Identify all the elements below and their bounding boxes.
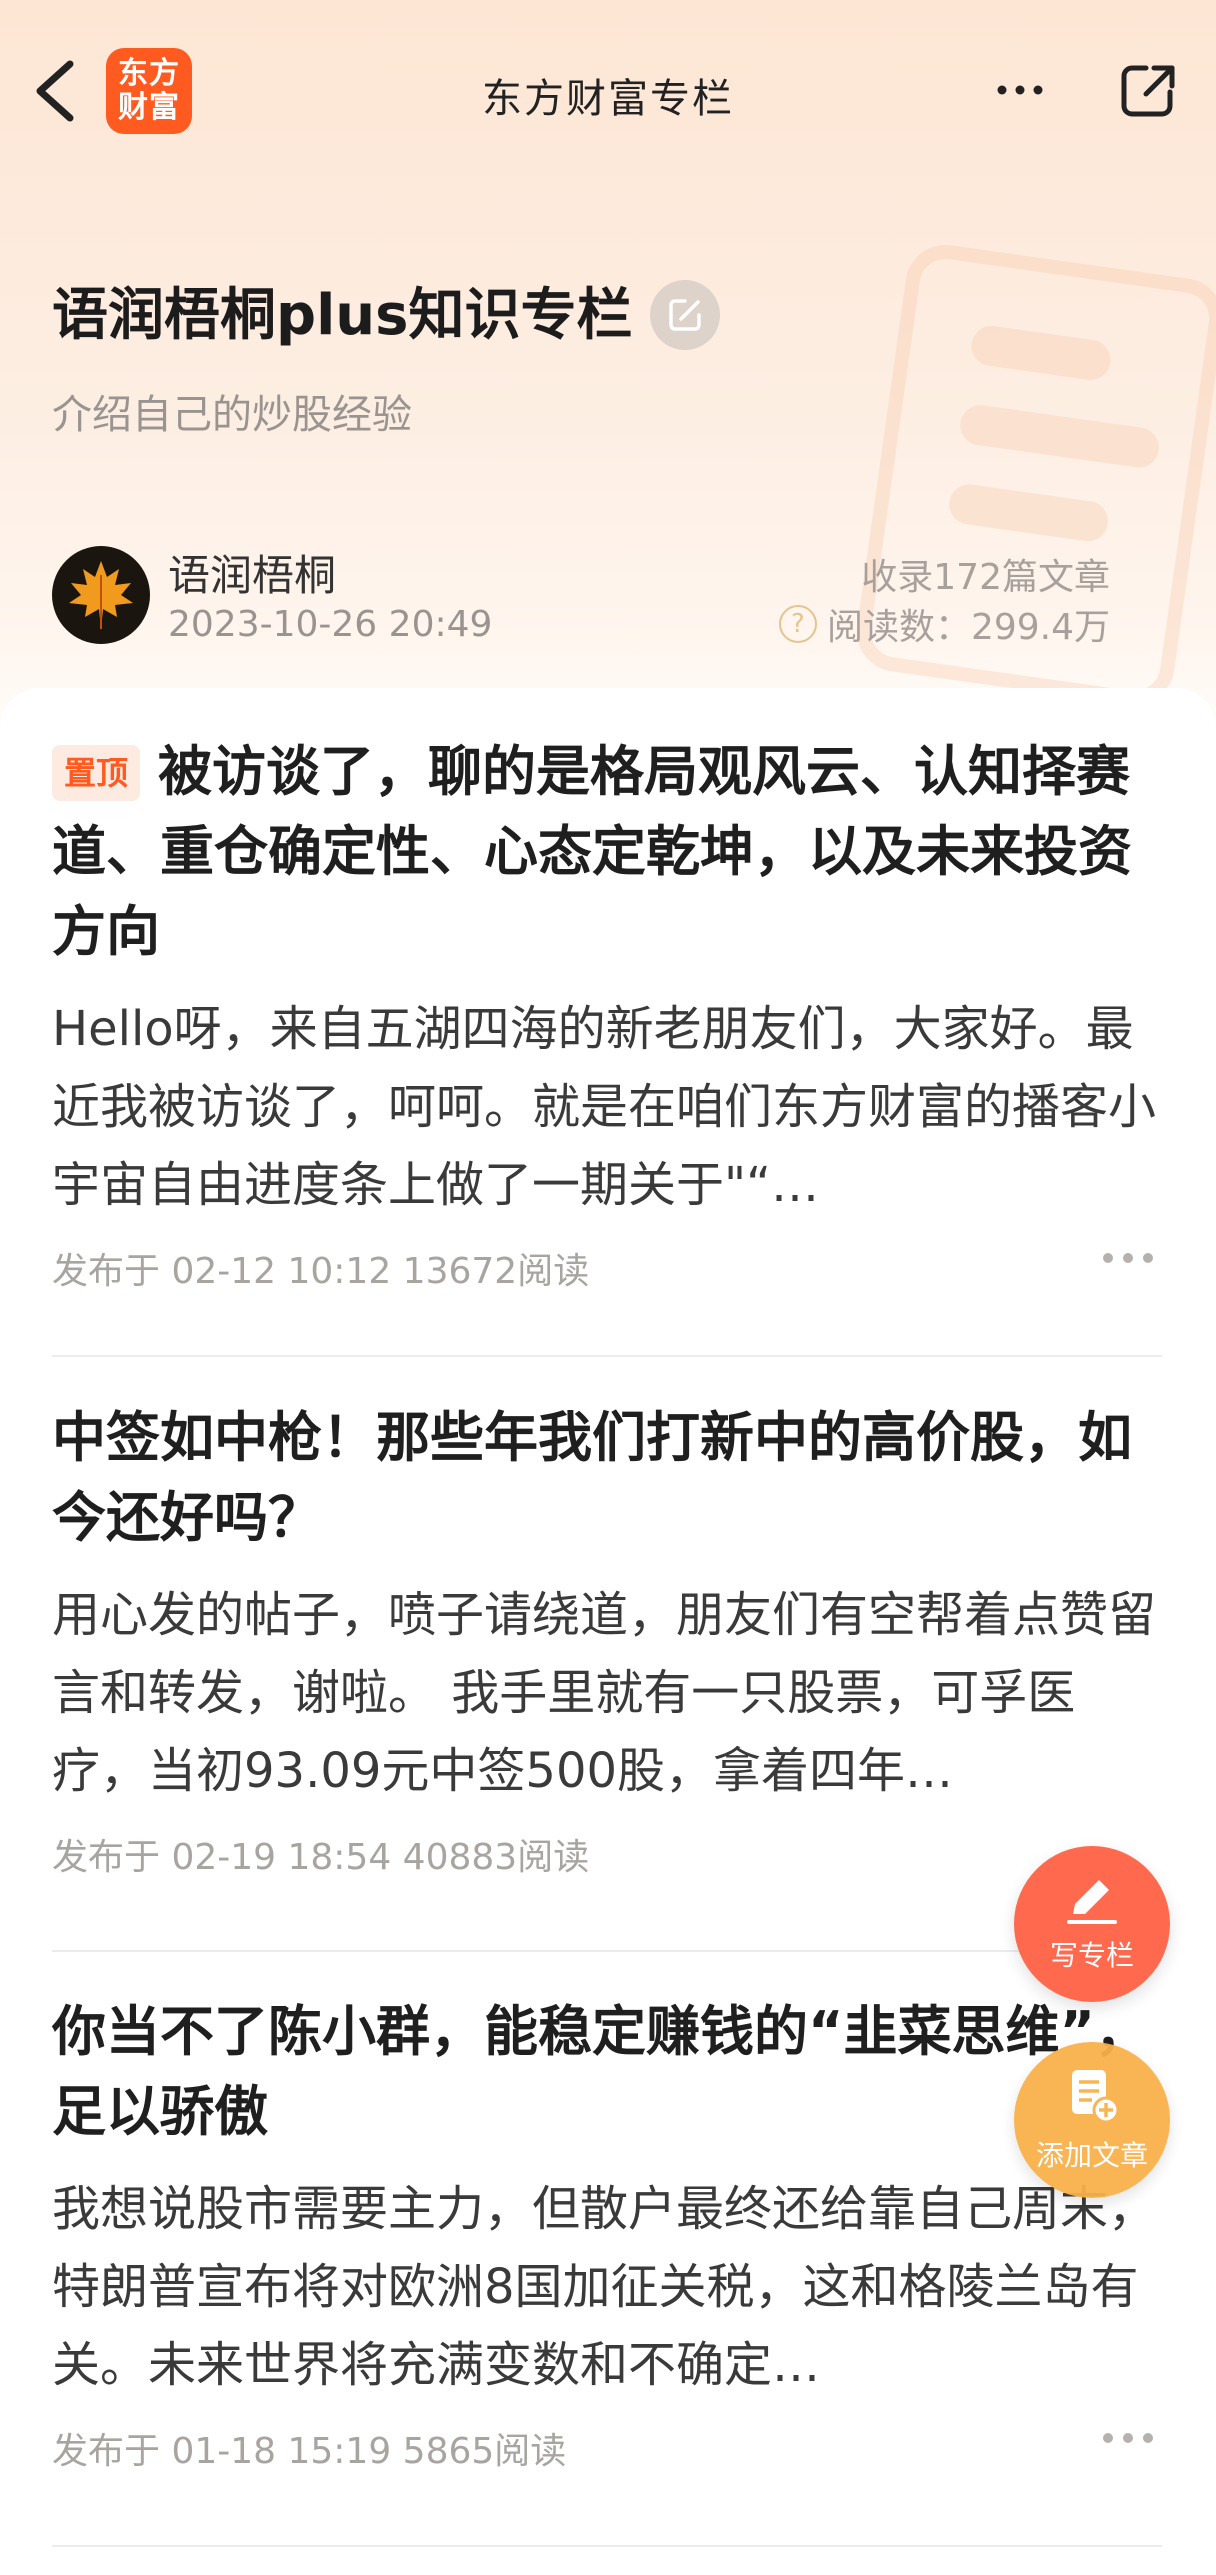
article-meta-text: 发布于 02-12 10:12 13672阅读 (52, 1251, 590, 1292)
article-meta: 发布于 02-12 10:12 13672阅读 (52, 1242, 1162, 1292)
article-card[interactable]: 置顶 被访谈了，聊的是格局观风云、认知择赛道、重仓确定性、心态定乾坤，以及未来投资… (52, 732, 1162, 1292)
edit-icon (669, 299, 701, 331)
top-nav-bar: 东方 财富 东方财富专栏 (0, 40, 1216, 140)
add-article-button[interactable]: 添加文章 (1014, 2042, 1170, 2198)
divider (52, 1950, 1162, 1952)
article-card[interactable]: 你当不了陈小群，能稳定赚钱的“韭菜思维”，足以骄傲 我想说股市需要主力，但散户最… (52, 1992, 1162, 2472)
article-meta-text: 发布于 01-18 15:19 5865阅读 (52, 2431, 567, 2472)
share-button[interactable] (1118, 60, 1178, 120)
article-title[interactable]: 置顶 被访谈了，聊的是格局观风云、认知择赛道、重仓确定性、心态定乾坤，以及未来投资… (52, 732, 1162, 972)
add-document-icon (1072, 2070, 1120, 2124)
read-count-row: ? 阅读数：299.4万 (778, 598, 1110, 650)
maple-leaf-icon (69, 561, 133, 629)
author-name[interactable]: 语润梧桐 (168, 542, 336, 603)
write-column-button[interactable]: 写专栏 (1014, 1846, 1170, 2002)
article-card[interactable]: 中签如中枪！那些年我们打新中的高价股，如今还好吗？ 用心发的帖子，喷子请绕道，朋… (52, 1398, 1162, 1878)
article-title[interactable]: 你当不了陈小群，能稳定赚钱的“韭菜思维”，足以骄傲 (52, 1992, 1162, 2152)
author-avatar[interactable] (52, 546, 150, 644)
article-meta-text: 发布于 02-19 18:54 40883阅读 (52, 1837, 590, 1878)
article-more-icon[interactable] (1100, 1248, 1156, 1268)
article-snippet: 我想说股市需要主力，但散户最终还给靠自己周末，特朗普宣布将对欧洲8国加征关税，这… (52, 2181, 1157, 2393)
read-count: 阅读数：299.4万 (826, 607, 1110, 648)
column-description: 介绍自己的炒股经验 (52, 392, 412, 438)
add-article-label: 添加文章 (1035, 2139, 1148, 2172)
article-title-text: 被访谈了，聊的是格局观风云、认知择赛道、重仓确定性、心态定乾坤，以及未来投资方向 (52, 740, 1132, 963)
column-title: 语润梧桐plus知识专栏 (52, 283, 633, 348)
edit-column-button[interactable] (650, 280, 720, 350)
column-date: 2023-10-26 20:49 (168, 604, 493, 645)
article-more-icon[interactable] (1100, 2428, 1156, 2448)
article-meta: 发布于 02-19 18:54 40883阅读 (52, 1828, 1162, 1878)
article-snippet: 用心发的帖子，喷子请绕道，朋友们有空帮着点赞留言和转发，谢啦。 我手里就有一只股… (52, 1587, 1157, 1799)
more-options-button[interactable] (990, 60, 1050, 120)
divider (52, 2545, 1162, 2547)
article-count: 收录172篇文章 (861, 557, 1110, 598)
pen-icon (1067, 1880, 1117, 1924)
ellipsis-icon (997, 85, 1043, 95)
share-icon (1121, 65, 1175, 117)
write-column-label: 写专栏 (1049, 1939, 1134, 1972)
article-title[interactable]: 中签如中枪！那些年我们打新中的高价股，如今还好吗？ (52, 1398, 1162, 1558)
pinned-badge: 置顶 (52, 745, 141, 801)
article-snippet: Hello呀，来自五湖四海的新老朋友们，大家好。最近我被访谈了，呵呵。就是在咱们… (52, 1001, 1157, 1213)
divider (52, 1355, 1162, 1357)
help-icon[interactable]: ? (778, 605, 817, 643)
article-meta: 发布于 01-18 15:19 5865阅读 (52, 2422, 1162, 2472)
